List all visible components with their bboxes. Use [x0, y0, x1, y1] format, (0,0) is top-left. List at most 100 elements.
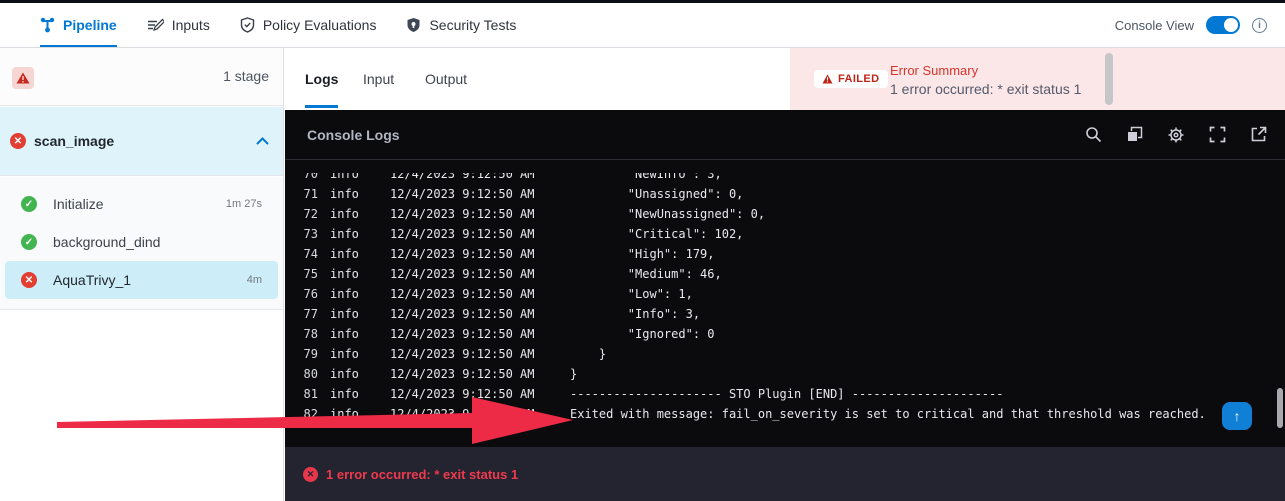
log-line: 78 info 12/4/2023 9:12:50 AM "Ignored": … — [285, 324, 1285, 344]
tab-inputs[interactable]: Inputs — [147, 3, 210, 47]
log-message: "Info": 3, — [570, 304, 700, 324]
footer-error-text: 1 error occurred: * exit status 1 — [326, 467, 518, 482]
error-panel-scrollbar[interactable] — [1105, 53, 1113, 105]
tab-security-tests[interactable]: Security Tests — [406, 3, 516, 47]
pipeline-icon — [40, 17, 55, 33]
log-message: "High": 179, — [570, 244, 715, 264]
log-line: 82 info 12/4/2023 9:12:50 AM Exited with… — [285, 404, 1285, 424]
log-message: "Ignored": 0 — [570, 324, 715, 344]
sidebar-step-initialize[interactable]: ✓ Initialize 1m 27s — [5, 185, 278, 223]
failed-status-icon: ✕ — [10, 133, 26, 149]
console-view-toggle[interactable] — [1206, 16, 1240, 34]
log-level: info — [330, 204, 360, 224]
scroll-to-top-button[interactable]: ↑ — [1222, 402, 1252, 430]
warning-triangle-icon[interactable] — [12, 67, 34, 89]
log-message: "Critical": 102, — [570, 224, 743, 244]
log-timestamp: 12/4/2023 9:12:50 AM — [390, 184, 540, 204]
log-line-number: 71 — [298, 184, 318, 204]
log-timestamp: 12/4/2023 9:12:50 AM — [390, 404, 540, 424]
log-line: 75 info 12/4/2023 9:12:50 AM "Medium": 4… — [285, 264, 1285, 284]
log-level: info — [330, 364, 360, 384]
console-view-label: Console View — [1115, 18, 1194, 33]
log-message: } — [570, 344, 606, 364]
step-duration: 4m — [247, 274, 262, 286]
log-timestamp: 12/4/2023 9:12:50 AM — [390, 304, 540, 324]
fullscreen-icon[interactable] — [1209, 126, 1226, 143]
log-message: Exited with message: fail_on_severity is… — [570, 404, 1206, 424]
open-in-new-icon[interactable] — [1250, 126, 1267, 143]
sidebar-step-aquatrivy[interactable]: ✕ AquaTrivy_1 4m — [5, 261, 278, 299]
error-summary-panel: FAILED Error Summary 1 error occurred: *… — [790, 48, 1285, 110]
log-message: "NewUnassigned": 0, — [570, 204, 765, 224]
step-name: AquaTrivy_1 — [53, 272, 131, 288]
log-line-number: 73 — [298, 224, 318, 244]
error-summary-message: 1 error occurred: * exit status 1 — [890, 81, 1081, 97]
step-duration: 1m 27s — [226, 198, 262, 210]
tab-input[interactable]: Input — [363, 48, 394, 110]
sidebar-step-background-dind[interactable]: ✓ background_dind — [5, 223, 278, 261]
settings-gear-icon[interactable] — [1167, 126, 1185, 144]
log-level: info — [330, 304, 360, 324]
console-logs-panel: Console Logs — [285, 110, 1285, 447]
log-message: "Medium": 46, — [570, 264, 722, 284]
step-list: ✓ Initialize 1m 27s ✓ background_dind ✕ … — [0, 177, 283, 310]
tab-policy-evaluations[interactable]: Policy Evaluations — [240, 3, 377, 47]
console-title: Console Logs — [307, 127, 400, 143]
log-timestamp: 12/4/2023 9:12:50 AM — [390, 264, 540, 284]
log-viewport[interactable]: 70 info 12/4/2023 9:12:50 AM "NewInfo": … — [285, 173, 1285, 447]
log-line: 77 info 12/4/2023 9:12:50 AM "Info": 3, — [285, 304, 1285, 324]
success-status-icon: ✓ — [21, 196, 37, 212]
sidebar-stage-scan-image[interactable]: ✕ scan_image — [0, 107, 283, 176]
log-line-number: 78 — [298, 324, 318, 344]
inputs-icon — [147, 18, 164, 32]
chevron-up-icon[interactable] — [256, 132, 269, 150]
nav-right-controls: Console View i — [1115, 16, 1267, 34]
log-level: info — [330, 184, 360, 204]
stage-count: 1 stage — [223, 68, 269, 84]
tab-pipeline[interactable]: Pipeline — [40, 3, 117, 47]
log-line-number: 79 — [298, 344, 318, 364]
tab-output[interactable]: Output — [425, 48, 467, 110]
copy-icon[interactable] — [1126, 126, 1143, 143]
step-name: Initialize — [53, 196, 104, 212]
log-message: } — [570, 364, 577, 384]
log-timestamp: 12/4/2023 9:12:50 AM — [390, 344, 540, 364]
footer-error-bar: ✕ 1 error occurred: * exit status 1 — [285, 447, 1285, 501]
log-timestamp: 12/4/2023 9:12:50 AM — [390, 244, 540, 264]
log-message: "Low": 1, — [570, 284, 693, 304]
log-line-number: 72 — [298, 204, 318, 224]
log-level: info — [330, 264, 360, 284]
detail-tabstrip: Logs Input Output — [285, 48, 790, 110]
failed-status-icon: ✕ — [21, 272, 37, 288]
tab-input-label: Input — [363, 71, 394, 87]
log-lines: 70 info 12/4/2023 9:12:50 AM "NewInfo": … — [285, 173, 1285, 424]
failed-badge: FAILED — [814, 70, 888, 88]
log-line: 72 info 12/4/2023 9:12:50 AM "NewUnassig… — [285, 204, 1285, 224]
log-line: 79 info 12/4/2023 9:12:50 AM } — [285, 344, 1285, 364]
log-line: 71 info 12/4/2023 9:12:50 AM "Unassigned… — [285, 184, 1285, 204]
console-scrollbar-thumb[interactable] — [1277, 388, 1283, 428]
log-level: info — [330, 324, 360, 344]
log-timestamp: 12/4/2023 9:12:50 AM — [390, 384, 540, 404]
failed-badge-label: FAILED — [838, 73, 880, 85]
tab-logs[interactable]: Logs — [305, 48, 338, 110]
log-timestamp: 12/4/2023 9:12:50 AM — [390, 173, 540, 184]
info-icon[interactable]: i — [1252, 18, 1267, 33]
failed-triangle-icon — [822, 74, 833, 84]
log-line: 70 info 12/4/2023 9:12:50 AM "NewInfo": … — [285, 173, 1285, 184]
tab-security-tests-label: Security Tests — [429, 17, 516, 33]
log-line-number: 75 — [298, 264, 318, 284]
log-level: info — [330, 244, 360, 264]
tab-policy-evaluations-label: Policy Evaluations — [263, 17, 377, 33]
console-toolbar — [1085, 126, 1267, 144]
log-line-number: 77 — [298, 304, 318, 324]
tab-pipeline-label: Pipeline — [63, 17, 117, 33]
toggle-knob — [1224, 18, 1238, 32]
log-message: "Unassigned": 0, — [570, 184, 743, 204]
error-circle-icon: ✕ — [303, 467, 318, 482]
tab-inputs-label: Inputs — [172, 17, 210, 33]
log-line: 81 info 12/4/2023 9:12:50 AM -----------… — [285, 384, 1285, 404]
log-line: 73 info 12/4/2023 9:12:50 AM "Critical":… — [285, 224, 1285, 244]
search-icon[interactable] — [1085, 126, 1102, 143]
log-line-number: 70 — [298, 173, 318, 184]
